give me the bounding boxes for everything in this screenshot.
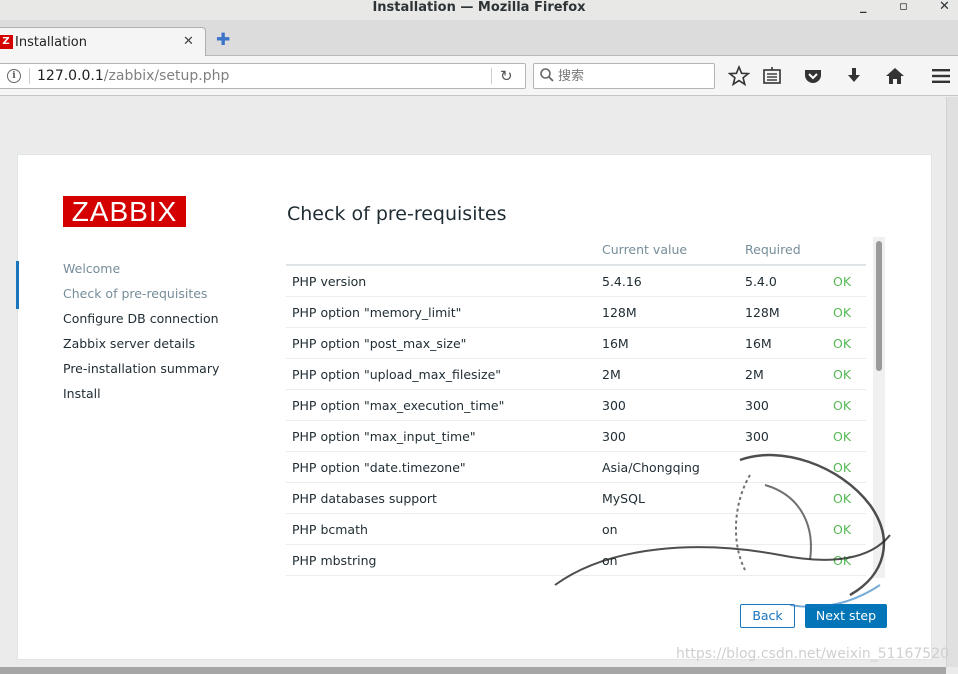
minimize-icon[interactable]: _ — [860, 0, 867, 14]
current-value: MySQL — [602, 491, 645, 506]
current-value: 300 — [602, 398, 626, 413]
required-value: 2M — [745, 367, 764, 382]
requirement-name: PHP version — [292, 274, 367, 289]
tab-bar: Z Installation ✕ ✚ — [0, 20, 958, 57]
url-host: 127.0.0.1 — [37, 68, 104, 84]
pocket-icon[interactable] — [802, 65, 824, 87]
back-button[interactable]: Back — [740, 604, 795, 628]
requirement-name: PHP option "upload_max_filesize" — [292, 367, 502, 382]
status-ok: OK — [833, 367, 852, 382]
status-ok: OK — [833, 305, 852, 320]
current-value: 2M — [602, 367, 621, 382]
requirement-name: PHP option "memory_limit" — [292, 305, 462, 320]
required-value: 16M — [745, 336, 772, 351]
status-ok: OK — [833, 429, 852, 444]
site-info-icon[interactable]: i — [7, 69, 21, 83]
table-row: PHP bcmath on OK — [286, 514, 866, 545]
table-row: PHP version 5.4.16 5.4.0 OK — [286, 266, 866, 297]
required-value: 300 — [745, 398, 769, 413]
reload-icon[interactable]: ↻ — [500, 67, 513, 85]
table-row: PHP option "max_input_time" 300 300 OK — [286, 421, 866, 452]
current-value: on — [602, 553, 618, 568]
step-welcome: Welcome — [63, 261, 121, 276]
status-ok: OK — [833, 336, 852, 351]
maximize-icon[interactable]: ▫ — [899, 0, 908, 14]
status-ok: OK — [833, 274, 852, 289]
step-server-details: Zabbix server details — [63, 336, 196, 351]
step-install: Install — [63, 386, 101, 401]
url-path: /zabbix/setup.php — [103, 68, 230, 84]
table-scrollbar[interactable] — [873, 237, 885, 578]
home-icon[interactable] — [884, 65, 906, 87]
window-titlebar: Installation — Mozilla Firefox _ ▫ ✕ — [0, 0, 958, 20]
current-value: 128M — [602, 305, 637, 320]
page-title: Check of pre-requisites — [287, 203, 507, 225]
csdn-watermark: https://blog.csdn.net/weixin_51167520 — [676, 646, 950, 662]
url-text[interactable]: 127.0.0.1/zabbix/setup.php — [37, 68, 229, 84]
table-row: PHP databases support MySQL OK — [286, 483, 866, 514]
column-current-value: Current value — [602, 242, 688, 257]
zabbix-favicon-icon: Z — [0, 35, 13, 49]
table-row: PHP option "date.timezone" Asia/Chongqing… — [286, 452, 866, 483]
search-bar[interactable] — [533, 63, 715, 89]
page-horizontal-scrollbar[interactable] — [0, 667, 946, 674]
requirement-name: PHP option "max_input_time" — [292, 429, 476, 444]
page-vertical-scrollbar[interactable] — [946, 97, 958, 667]
current-value: 300 — [602, 429, 626, 444]
current-value: Asia/Chongqing — [602, 460, 700, 475]
search-input[interactable] — [558, 67, 708, 85]
downloads-icon[interactable] — [843, 65, 865, 87]
required-value: 300 — [745, 429, 769, 444]
current-value: 16M — [602, 336, 629, 351]
prerequisites-table: Current value Required PHP version 5.4.16… — [286, 237, 866, 578]
table-body: PHP version 5.4.16 5.4.0 OK PHP option "memo… — [286, 266, 866, 576]
search-icon — [540, 68, 554, 82]
table-row: PHP mbstring on OK — [286, 545, 866, 576]
current-value: on — [602, 522, 618, 537]
close-window-icon[interactable]: ✕ — [939, 0, 950, 14]
new-tab-icon[interactable]: ✚ — [216, 31, 230, 49]
requirement-name: PHP option "date.timezone" — [292, 460, 466, 475]
required-value: 5.4.0 — [745, 274, 777, 289]
tab-label: Installation — [15, 35, 88, 50]
table-header: Current value Required — [286, 237, 866, 266]
requirement-name: PHP databases support — [292, 491, 437, 506]
step-pre-installation-summary: Pre-installation summary — [63, 361, 220, 376]
next-step-button[interactable]: Next step — [805, 604, 887, 628]
url-separator-right — [491, 68, 492, 84]
zabbix-logo: ZABBIX — [63, 196, 186, 227]
menu-icon[interactable] — [930, 65, 952, 87]
setup-steps: Welcome Check of pre-requisites Configur… — [16, 261, 238, 411]
status-ok: OK — [833, 522, 852, 537]
window-title: Installation — Mozilla Firefox — [372, 0, 586, 15]
status-ok: OK — [833, 553, 852, 568]
requirement-name: PHP bcmath — [292, 522, 368, 537]
tab-installation[interactable]: Z Installation ✕ — [0, 27, 206, 57]
step-configure-db: Configure DB connection — [63, 311, 219, 326]
current-value: 5.4.16 — [602, 274, 642, 289]
url-separator — [29, 68, 30, 84]
setup-card: ZABBIX Welcome Check of pre-requisites C… — [16, 154, 932, 660]
status-ok: OK — [833, 460, 852, 475]
table-row: PHP option "upload_max_filesize" 2M 2M OK — [286, 359, 866, 390]
bookmark-star-icon[interactable] — [728, 65, 750, 87]
table-row: PHP option "memory_limit" 128M 128M OK — [286, 297, 866, 328]
table-row: PHP option "post_max_size" 16M 16M OK — [286, 328, 866, 359]
requirement-name: PHP mbstring — [292, 553, 377, 568]
status-ok: OK — [833, 398, 852, 413]
table-scrollbar-thumb[interactable] — [876, 241, 882, 371]
requirement-name: PHP option "post_max_size" — [292, 336, 467, 351]
url-bar[interactable]: i 127.0.0.1/zabbix/setup.php ↻ — [0, 63, 526, 89]
required-value: 128M — [745, 305, 780, 320]
tab-close-icon[interactable]: ✕ — [183, 34, 194, 49]
navigation-toolbar: i 127.0.0.1/zabbix/setup.php ↻ — [0, 56, 958, 96]
reading-list-icon[interactable] — [761, 65, 783, 87]
status-ok: OK — [833, 491, 852, 506]
column-required: Required — [745, 242, 801, 257]
requirement-name: PHP option "max_execution_time" — [292, 398, 505, 413]
step-check-prerequisites: Check of pre-requisites — [63, 286, 208, 301]
table-row: PHP option "max_execution_time" 300 300 OK — [286, 390, 866, 421]
